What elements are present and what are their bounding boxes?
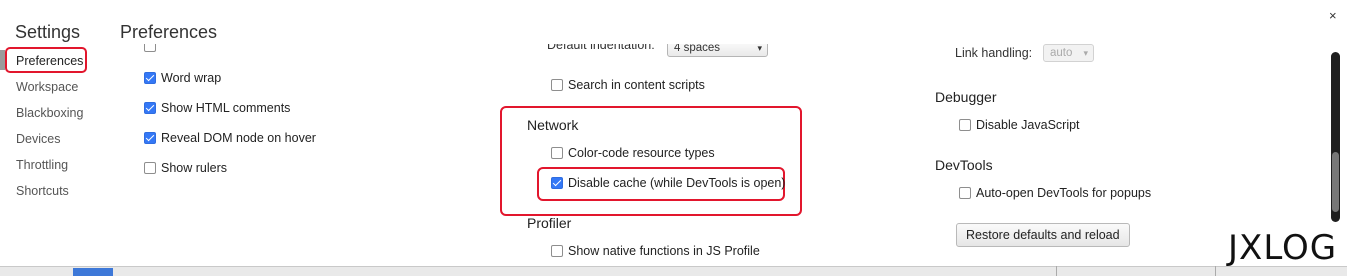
auto-open-devtools-checkbox[interactable] [959,187,971,199]
color-code-label: Color-code resource types [568,146,715,160]
native-functions-checkbox[interactable] [551,245,563,257]
link-handling-select[interactable]: auto ▾ [1043,44,1094,62]
chevron-down-icon: ▾ [757,44,762,53]
sidebar-item-shortcuts[interactable]: Shortcuts [16,183,69,199]
close-icon[interactable]: × [1329,8,1337,23]
link-handling-label: Link handling: [955,46,1033,60]
indentation-label: Default indentation: [547,44,655,52]
search-content-scripts-label: Search in content scripts [568,78,705,92]
bottom-active-tab[interactable] [73,268,113,276]
reveal-dom-label: Reveal DOM node on hover [161,131,316,145]
bottom-divider [1056,266,1057,276]
devtools-section-title: DevTools [935,157,993,173]
chevron-down-icon: ▾ [1083,48,1088,58]
sidebar-item-throttling[interactable]: Throttling [16,157,68,173]
show-rulers-label: Show rulers [161,161,227,175]
network-section-title: Network [527,117,579,133]
show-html-comments-label: Show HTML comments [161,101,291,115]
disable-cache-label: Disable cache (while DevTools is open) [568,176,786,190]
scrollbar-thumb[interactable] [1332,152,1339,212]
color-code-checkbox[interactable] [551,147,563,159]
disable-javascript-label: Disable JavaScript [976,118,1080,132]
sidebar-item-preferences[interactable]: Preferences [16,53,83,69]
indentation-value: 4 spaces [674,44,721,54]
debugger-section-title: Debugger [935,89,997,105]
bottom-panel-strip [0,266,1347,276]
show-html-comments-checkbox[interactable] [144,102,156,114]
link-handling-row-clipped: Link handling: auto ▾ [955,44,1115,66]
disable-javascript-checkbox[interactable] [959,119,971,131]
sidebar-item-workspace[interactable]: Workspace [16,79,78,95]
word-wrap-checkbox[interactable] [144,72,156,84]
native-functions-label: Show native functions in JS Profile [568,244,760,258]
indentation-select[interactable]: 4 spaces ▾ [667,44,768,57]
page-title: Preferences [120,22,218,42]
link-handling-value: auto [1050,47,1073,59]
partial-checkbox [144,44,156,52]
watermark-logo: JXLOG [1228,228,1338,268]
auto-open-devtools-label: Auto-open DevTools for popups [976,186,1152,200]
settings-title: Settings [15,22,81,42]
reveal-dom-checkbox[interactable] [144,132,156,144]
word-wrap-label: Word wrap [161,71,222,85]
sidebar-item-devices[interactable]: Devices [16,131,60,147]
restore-defaults-button[interactable]: Restore defaults and reload [956,223,1130,247]
bottom-divider [1215,266,1216,276]
profiler-section-title: Profiler [527,215,572,231]
show-rulers-checkbox[interactable] [144,162,156,174]
search-content-scripts-checkbox[interactable] [551,79,563,91]
disable-cache-checkbox[interactable] [551,177,563,189]
indentation-row-clipped: Default indentation: 4 spaces ▾ [547,44,777,58]
sidebar-item-blackboxing[interactable]: Blackboxing [16,105,83,121]
